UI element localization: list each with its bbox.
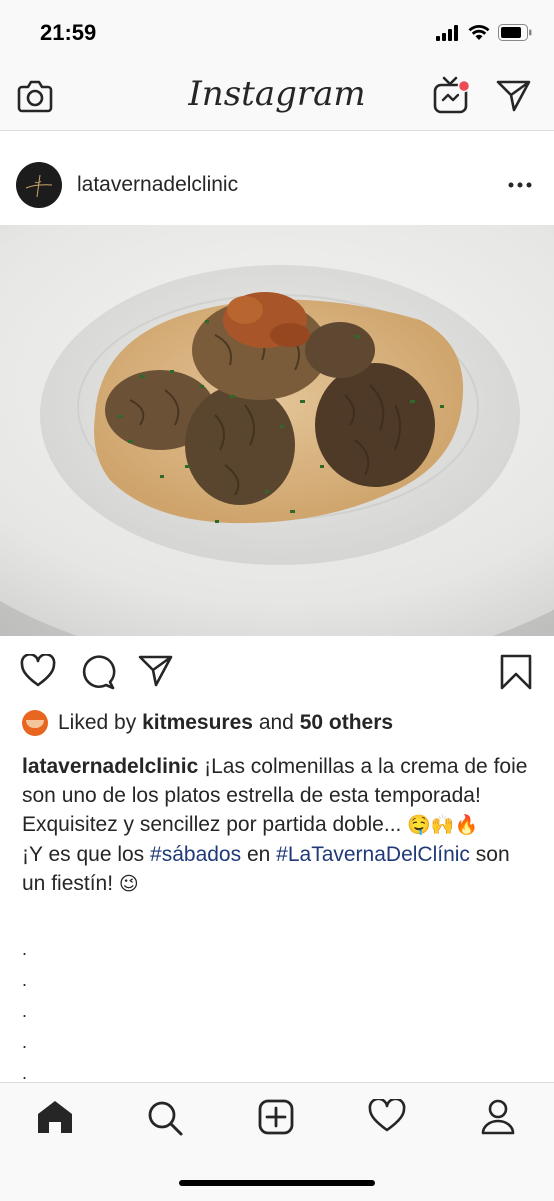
post-username[interactable]: latavernadelclinic <box>77 173 238 197</box>
profile-icon[interactable] <box>480 1099 516 1135</box>
post-photo[interactable] <box>0 225 554 636</box>
likes-others[interactable]: 50 others <box>300 711 393 735</box>
status-time: 21:59 <box>40 20 97 45</box>
avatar-logo-icon <box>25 174 53 198</box>
post-actions <box>0 636 554 706</box>
share-icon[interactable] <box>138 654 174 688</box>
liker-username[interactable]: kitmesures <box>142 711 253 735</box>
hashtag-sabados[interactable]: #sábados <box>150 843 241 866</box>
home-icon[interactable] <box>36 1099 74 1135</box>
liker-avatar[interactable] <box>22 710 48 736</box>
app-header: Instagram <box>0 66 554 131</box>
avatar[interactable] <box>16 162 62 208</box>
caption-paragraph-1: latavernadelclinic ¡Las colmenillas a la… <box>22 752 534 840</box>
caption-wink-emoji: 😉 <box>118 873 139 895</box>
caption-dot: . <box>22 1032 28 1052</box>
caption-dot: . <box>22 970 28 990</box>
caption: latavernadelclinic ¡Las colmenillas a la… <box>22 752 534 899</box>
likes-middle: and <box>258 711 294 734</box>
caption-text-2b: en <box>246 843 271 866</box>
caption-dots: . . . . . <box>22 934 27 1089</box>
caption-dot: . <box>22 939 28 959</box>
likes-prefix: Liked by <box>58 711 137 734</box>
new-post-icon[interactable] <box>258 1099 294 1135</box>
direct-icon[interactable] <box>496 79 532 113</box>
post-header: latavernadelclinic <box>0 131 554 225</box>
hashtag-latavernadelclinic[interactable]: #LaTavernaDelClínic <box>276 843 470 866</box>
signal-icon <box>436 24 458 41</box>
more-icon[interactable] <box>508 181 532 189</box>
battery-icon <box>498 24 532 41</box>
igtv-icon[interactable] <box>432 76 472 116</box>
caption-text-2a: ¡Y es que los <box>22 843 145 866</box>
search-icon[interactable] <box>146 1099 184 1137</box>
caption-dot: . <box>22 1001 28 1021</box>
caption-emojis: 🤤🙌🔥 <box>407 814 479 836</box>
bookmark-icon[interactable] <box>500 654 532 690</box>
status-bar: 21:59 <box>0 0 554 66</box>
wifi-icon <box>468 24 490 40</box>
home-indicator <box>179 1180 375 1186</box>
activity-icon[interactable] <box>368 1099 406 1133</box>
likes-line: Liked by kitmesures and 50 others <box>22 710 393 736</box>
caption-username[interactable]: latavernadelclinic <box>22 755 198 778</box>
heart-icon[interactable] <box>20 654 56 688</box>
status-icons <box>436 24 532 41</box>
caption-paragraph-2: ¡Y es que los #sábados en #LaTavernaDelC… <box>22 840 534 899</box>
comment-icon[interactable] <box>80 654 116 690</box>
post-image <box>0 225 554 636</box>
